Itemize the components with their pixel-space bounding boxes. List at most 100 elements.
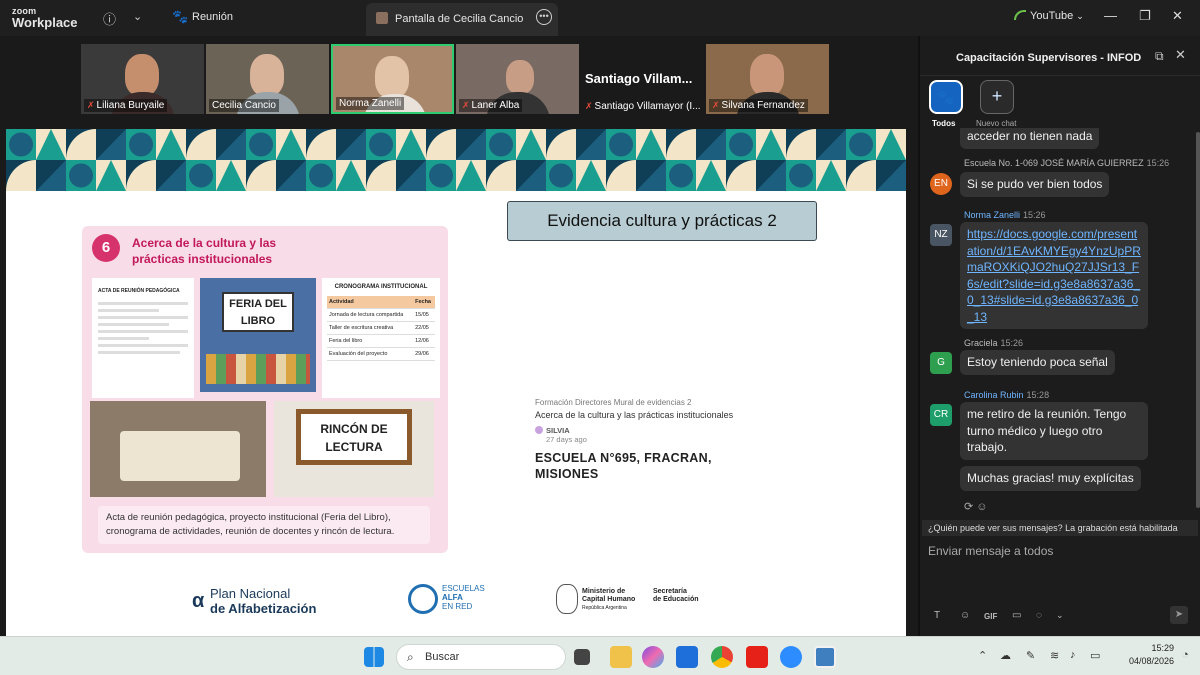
participant-name: Norma Zanelli	[339, 98, 402, 109]
avatar: G	[930, 352, 952, 374]
clock-time: 15:29	[1151, 643, 1174, 653]
card-number: 6	[92, 234, 120, 262]
avatar: NZ	[930, 224, 952, 246]
chat-panel: Capacitación Supervisores - INFOD ⧉ ✕ 🐾 …	[918, 36, 1200, 636]
search-label: Buscar	[425, 651, 460, 663]
participant-video	[125, 54, 159, 96]
send-button[interactable]: ➤	[1170, 606, 1188, 624]
chevron-up-icon[interactable]: ⌃	[978, 649, 987, 662]
more-options-icon[interactable]: •••	[536, 9, 552, 25]
participant-tile[interactable]: ✗ Silvana Fernandez	[706, 44, 829, 114]
youtube-stream-indicator[interactable]: YouTube ⌄	[1014, 10, 1084, 22]
mic-muted-icon: ✗	[585, 101, 593, 111]
task-view-icon[interactable]	[574, 649, 590, 665]
youtube-icon[interactable]	[746, 646, 768, 668]
info-icon[interactable]: ⓘ	[103, 9, 116, 28]
popout-icon[interactable]: ⧉	[1155, 49, 1164, 64]
notifications-icon[interactable]: ◔	[1182, 649, 1189, 661]
book-fair-photo: FERIA DEL LIBRO	[200, 278, 316, 392]
restore-icon[interactable]: ❐	[1139, 8, 1151, 24]
mic-muted-icon: ✗	[712, 100, 720, 110]
minimize-icon[interactable]: —	[1104, 8, 1117, 23]
message-bubble: Estoy teniendo poca señal	[960, 350, 1115, 375]
message-sender: Norma Zanelli 15:26	[964, 210, 1046, 220]
photos-icon[interactable]	[814, 646, 836, 668]
table-row: Feria del libro 12/06	[327, 334, 435, 348]
message-sender: Escuela No. 1-069 JOSÉ MARÍA GUIERREZ 15:…	[964, 158, 1170, 168]
chevron-down-icon[interactable]: ⌄	[133, 10, 142, 23]
close-chat-icon[interactable]: ✕	[1175, 47, 1186, 63]
share-tab-label: Pantalla de Cecilia Cancio	[395, 13, 524, 25]
clock[interactable]: 15:29 04/08/2026	[1110, 642, 1174, 668]
title-bar: zoom Workplace ⓘ ⌄ 🐾 Reunión Pantalla de…	[0, 0, 1200, 36]
chat-title: Capacitación Supervisores - INFOD	[956, 52, 1142, 64]
shared-slide[interactable]: Evidencia cultura y prácticas 2 6 Acerca…	[6, 129, 906, 637]
zoom-logo: zoom Workplace	[12, 6, 78, 30]
chrome-icon[interactable]	[711, 646, 733, 668]
chat-input[interactable]: Enviar mensaje a todos	[928, 544, 1053, 558]
evidence-desc: Acerca de la cultura y las prácticas ins…	[535, 410, 734, 420]
clock-date: 04/08/2026	[1128, 656, 1174, 666]
signal-icon	[1014, 10, 1026, 20]
all-chats-label: Todos	[932, 119, 956, 128]
zoom-icon[interactable]	[780, 646, 802, 668]
volume-icon[interactable]: ♪	[1070, 649, 1076, 661]
participant-tile-active[interactable]: Norma Zanelli	[331, 44, 454, 114]
participant-tile[interactable]: Santiago Villam... ✗ Santiago Villamayor …	[585, 44, 703, 114]
message-bubble: https://docs.google.com/presentation/d/1…	[960, 222, 1148, 329]
participant-name: Laner Alba	[471, 100, 520, 111]
more-icon[interactable]: ◌	[1036, 610, 1042, 621]
copilot-icon[interactable]	[642, 646, 664, 668]
screen-share-tab[interactable]: Pantalla de Cecilia Cancio •••	[366, 3, 558, 36]
close-icon[interactable]: ✕	[1172, 8, 1183, 24]
alpha-icon: α	[192, 590, 205, 612]
outlook-icon[interactable]	[676, 646, 698, 668]
participant-name: Cecilia Cancio	[212, 100, 276, 111]
windows-start-icon[interactable]	[364, 647, 384, 667]
chevron-down-icon[interactable]: ⌄	[1056, 610, 1064, 621]
wifi-icon[interactable]: ≋	[1050, 649, 1059, 662]
emoji-icon[interactable]: ☺	[960, 610, 970, 621]
schedule-doc: CRONOGRAMA INSTITUCIONAL Actividad Fecha …	[322, 278, 440, 398]
visibility-notice[interactable]: ¿Quién puede ver sus mensajes? La grabac…	[922, 520, 1198, 536]
school-name: ESCUELA N°695, FRACRAN, MISIONES	[535, 451, 712, 481]
new-chat-label: Nuevo chat	[976, 119, 1017, 128]
cloud-icon[interactable]: ☁	[1000, 649, 1011, 662]
evidence-card: 6 Acerca de la cultura y las prácticas i…	[82, 226, 448, 553]
participant-tile[interactable]: ✗ Laner Alba	[456, 44, 579, 114]
file-icon[interactable]: ▭	[1012, 610, 1021, 621]
shared-link[interactable]: https://docs.google.com/presentation/d/1…	[967, 227, 1141, 324]
chat-toolbar: T ☺ GIF ▭ ◌ ⌄	[920, 606, 1200, 630]
avatar: EN	[930, 173, 952, 195]
participant-tile[interactable]: Cecilia Cancio	[206, 44, 329, 114]
reply-and-react-icons[interactable]: ⟳ ☺	[964, 500, 988, 513]
meeting-label[interactable]: Reunión	[192, 11, 233, 23]
all-chats-button[interactable]: 🐾	[929, 80, 963, 114]
table-row: Taller de escritura creativa 22/05	[327, 321, 435, 335]
file-explorer-icon[interactable]	[610, 646, 632, 668]
mic-muted-icon: ✗	[462, 100, 470, 110]
chat-nav: 🐾 + Todos Nuevo chat	[920, 76, 1200, 130]
new-chat-button[interactable]: +	[980, 80, 1014, 114]
avatar: CR	[930, 404, 952, 426]
format-text-icon[interactable]: T	[934, 610, 940, 621]
participant-display-name: Santiago Villam...	[585, 71, 693, 86]
evidence-user: SILVIA	[546, 426, 570, 435]
search-icon: ⌕	[407, 650, 414, 664]
chat-scrollbar[interactable]	[1196, 132, 1200, 508]
battery-icon[interactable]: ▭	[1090, 649, 1100, 662]
network-icon	[408, 584, 438, 614]
reading-corner-photo: RINCÓN DE LECTURA	[274, 401, 434, 497]
evidence-info: Formación Directores Mural de evidencias…	[535, 398, 735, 482]
logo-line2: Workplace	[12, 15, 78, 30]
participant-tile[interactable]: ✗ Liliana Buryaile	[81, 44, 204, 114]
chat-messages[interactable]: acceder no tienen nada Escuela No. 1-069…	[920, 128, 1200, 516]
participant-name: Silvana Fernandez	[721, 100, 805, 111]
pen-icon[interactable]: ✎	[1026, 649, 1035, 662]
feria-sign: FERIA DEL LIBRO	[222, 292, 294, 332]
taskbar-search[interactable]: ⌕ Buscar	[396, 644, 566, 670]
gif-icon[interactable]: GIF	[984, 612, 997, 621]
coat-of-arms-icon	[556, 584, 578, 614]
doc-header: ACTA DE REUNIÓN PEDAGÓGICA	[98, 288, 180, 294]
message-sender: Carolina Rubin 15:28	[964, 390, 1050, 400]
